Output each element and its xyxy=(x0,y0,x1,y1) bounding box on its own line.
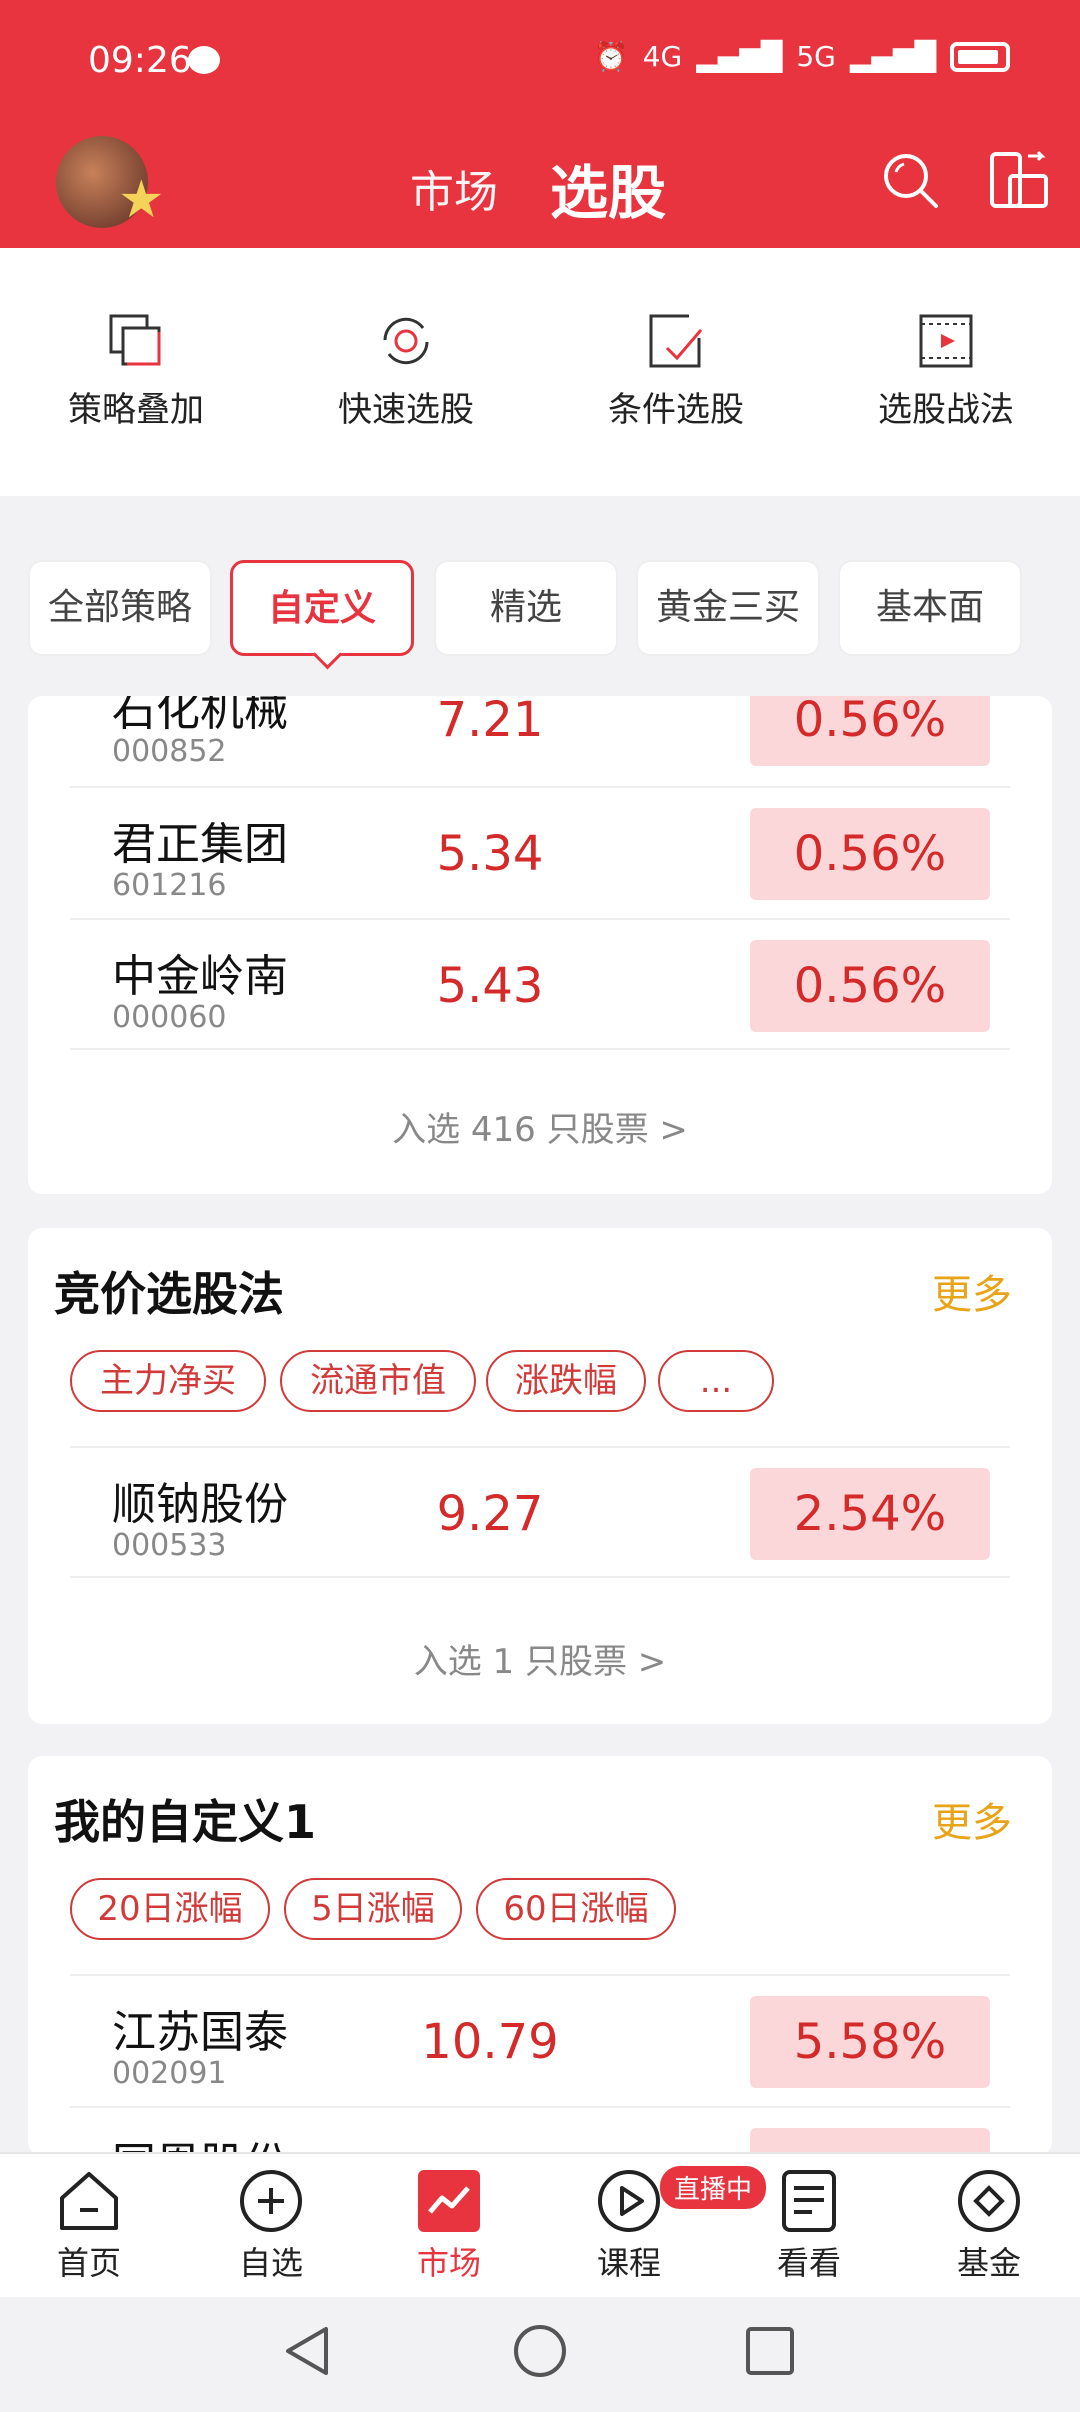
nav-home[interactable]: 首页 xyxy=(24,2168,154,2284)
bottom-nav: 首页 自选 市场 课程 看看 基金 直播中 xyxy=(0,2152,1080,2297)
document-icon xyxy=(782,2170,836,2232)
system-nav-bar xyxy=(0,2297,1080,2412)
stock-row[interactable]: 石化机械 000852 7.21 0.56% xyxy=(70,696,1010,784)
nav-label: 自选 xyxy=(238,2244,303,2282)
stock-code: 601216 xyxy=(112,868,227,903)
strategy-card-custom: 石化机械 000852 7.21 0.56% 君正集团 601216 5.34 … xyxy=(28,696,1052,1194)
check-icon xyxy=(649,314,703,368)
tab-market[interactable]: 市场 xyxy=(410,156,498,220)
tab-fundamentals[interactable]: 基本面 xyxy=(838,560,1022,656)
star-badge-icon: ★ xyxy=(118,170,165,230)
home-icon xyxy=(60,2172,118,2230)
home-circle-icon[interactable] xyxy=(512,2323,568,2379)
filter-chip[interactable]: 主力净买 xyxy=(70,1350,266,1412)
stock-name: 君正集团 xyxy=(112,819,288,870)
feature-label: 选股战法 xyxy=(878,390,1014,430)
selected-count-link[interactable]: 入选 1 只股票 > xyxy=(28,1634,1052,1683)
stock-name: 顺钠股份 xyxy=(112,1479,288,1530)
stock-row[interactable]: 顺钠股份 000533 9.27 2.54% xyxy=(70,1446,1010,1578)
stock-row[interactable]: 君正集团 601216 5.34 0.56% xyxy=(70,786,1010,918)
card-title: 竞价选股法 xyxy=(54,1267,284,1321)
header-bar: 09:26 ⏰ 4G ▂▄▆█ 5G ▂▄▆█ ★ 市场 选股 xyxy=(0,0,1080,248)
strategy-tabs: 全部策略 自定义 精选 黄金三买 基本面 xyxy=(0,560,1080,660)
alarm-icon: ⏰ xyxy=(593,40,629,73)
more-link[interactable]: 更多 xyxy=(932,1790,1012,1848)
filter-chip[interactable]: 20日涨幅 xyxy=(70,1878,270,1940)
feature-label: 条件选股 xyxy=(608,390,744,430)
feature-strategy-overlay[interactable]: 策略叠加 xyxy=(36,310,236,431)
nav-funds[interactable]: 基金 xyxy=(924,2168,1054,2284)
filter-chip-more[interactable]: ... xyxy=(658,1350,774,1412)
filter-chip[interactable]: 5日涨幅 xyxy=(284,1878,462,1940)
filter-chip[interactable]: 60日涨幅 xyxy=(476,1878,676,1940)
nav-label: 市场 xyxy=(416,2244,481,2282)
status-time: 09:26 xyxy=(88,40,192,81)
tab-custom[interactable]: 自定义 xyxy=(230,560,414,656)
nav-label: 基金 xyxy=(956,2244,1021,2282)
filter-chip[interactable]: 涨跌幅 xyxy=(486,1350,646,1412)
stock-change-badge: 2.54% xyxy=(750,1468,990,1560)
strategy-card-auction: 竞价选股法 更多 主力净买 流通市值 涨跌幅 ... 顺钠股份 000533 9… xyxy=(28,1228,1052,1724)
stock-code: 000533 xyxy=(112,1528,227,1563)
signal-label-1: 4G xyxy=(642,40,683,73)
stock-code: 000852 xyxy=(112,734,227,769)
tab-golden-three-buys[interactable]: 黄金三买 xyxy=(636,560,820,656)
feature-strategy-tactics[interactable]: 选股战法 xyxy=(846,310,1046,431)
stock-name: 江苏国泰 xyxy=(112,2007,288,2058)
filter-chip[interactable]: 流通市值 xyxy=(280,1350,476,1412)
recents-icon[interactable] xyxy=(744,2325,796,2377)
stock-row[interactable]: 江苏国泰 002091 10.79 5.58% xyxy=(70,1974,1010,2106)
feature-quick-select[interactable]: 快速选股 xyxy=(306,310,506,431)
feature-condition-select[interactable]: 条件选股 xyxy=(576,310,776,431)
nav-watchlist[interactable]: 自选 xyxy=(206,2168,336,2284)
tab-featured[interactable]: 精选 xyxy=(434,560,618,656)
message-icon xyxy=(188,46,220,74)
stock-change-badge: 0.56% xyxy=(750,696,990,766)
card-title: 我的自定义1 xyxy=(54,1795,317,1849)
tab-all-strategies[interactable]: 全部策略 xyxy=(28,560,212,656)
stock-price: 5.34 xyxy=(436,826,544,882)
stock-change-badge: 0.56% xyxy=(750,940,990,1032)
stock-price: 9.27 xyxy=(436,1486,544,1542)
stock-row[interactable]: 国恩股份 xyxy=(70,2106,1010,2156)
stock-price: 10.79 xyxy=(421,2014,559,2070)
back-icon[interactable] xyxy=(282,2323,334,2379)
search-icon[interactable] xyxy=(880,150,940,210)
stock-change-badge: 5.58% xyxy=(750,1996,990,2088)
stock-price: 5.43 xyxy=(436,958,544,1014)
stock-row[interactable]: 中金岭南 000060 5.43 0.56% xyxy=(70,918,1010,1050)
strategy-card-my-custom: 我的自定义1 更多 20日涨幅 5日涨幅 60日涨幅 江苏国泰 002091 1… xyxy=(28,1756,1052,2156)
stock-price: 7.21 xyxy=(436,696,544,748)
nav-label: 看看 xyxy=(776,2244,841,2282)
nav-label: 课程 xyxy=(596,2244,661,2282)
stock-name: 石化机械 xyxy=(112,696,288,736)
signal-icon-2: ▂▄▆█ xyxy=(849,40,936,73)
stock-name: 中金岭南 xyxy=(112,951,288,1002)
stock-code: 000060 xyxy=(112,1000,227,1035)
live-badge: 直播中 xyxy=(660,2166,767,2209)
diamond-icon xyxy=(958,2170,1020,2232)
nav-market[interactable]: 市场 xyxy=(384,2168,514,2284)
refresh-icon xyxy=(383,317,429,365)
status-icons: ⏰ 4G ▂▄▆█ 5G ▂▄▆█ xyxy=(594,40,1010,73)
more-link[interactable]: 更多 xyxy=(932,1262,1012,1320)
play-circle-icon xyxy=(598,2170,660,2232)
switch-device-icon[interactable] xyxy=(988,150,1050,210)
plus-circle-icon xyxy=(240,2170,302,2232)
video-icon xyxy=(919,314,973,368)
stock-code: 002091 xyxy=(112,2056,227,2091)
selected-count-link[interactable]: 入选 416 只股票 > xyxy=(28,1102,1052,1151)
feature-label: 策略叠加 xyxy=(68,390,204,430)
tab-select[interactable]: 选股 xyxy=(550,146,666,230)
signal-icon: ▂▄▆█ xyxy=(696,40,783,73)
feature-row: 策略叠加 快速选股 条件选股 选股战法 xyxy=(0,248,1080,496)
battery-icon xyxy=(950,41,1010,72)
nav-label: 首页 xyxy=(56,2244,121,2282)
signal-label-2: 5G xyxy=(796,40,836,73)
market-chart-icon xyxy=(418,2170,480,2232)
layers-icon xyxy=(109,314,161,366)
stock-change-badge: 0.56% xyxy=(750,808,990,900)
feature-label: 快速选股 xyxy=(338,390,474,430)
